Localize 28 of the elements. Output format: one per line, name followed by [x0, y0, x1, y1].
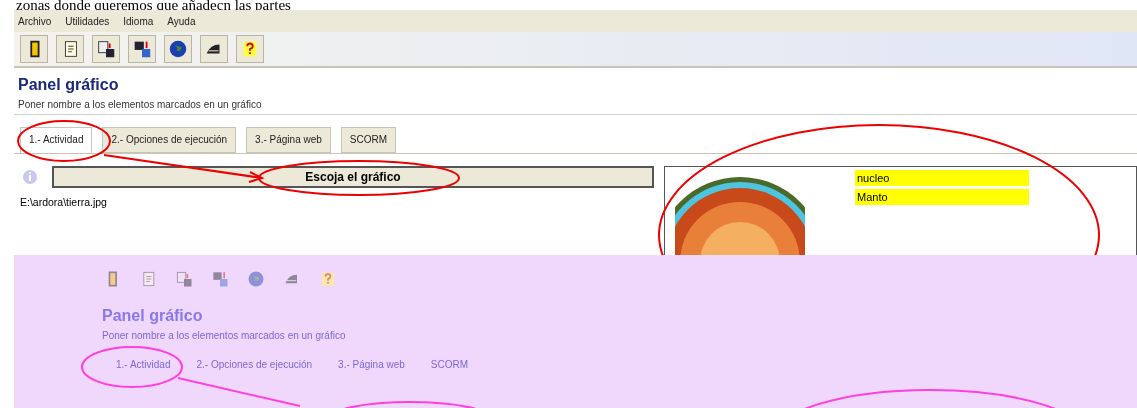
tab[interactable]: 1.- Actividad	[20, 127, 93, 153]
label-field[interactable]: nucleo	[855, 170, 1029, 186]
panel-subtitle: Poner nombre a los elementos marcados en un gráfico	[18, 99, 263, 110]
tab[interactable]: 3.- Página web	[330, 353, 413, 379]
globe-icon	[167, 38, 189, 60]
label-field[interactable]: Manto	[855, 189, 1029, 205]
tab[interactable]: 1.- Actividad	[108, 353, 179, 379]
panel-subtitle: Poner nombre a los elementos marcados en un gráfico	[102, 330, 347, 341]
tab[interactable]: 2.- Opciones de ejecución	[188, 353, 321, 379]
toolbar-button[interactable]	[128, 35, 156, 63]
tab[interactable]: SCORM	[340, 127, 397, 153]
toolbar-button[interactable]	[92, 35, 120, 63]
panel-title: Panel gráfico	[102, 307, 204, 325]
toolbar-button[interactable]	[56, 35, 84, 63]
menu-item[interactable]: Ayuda	[167, 15, 196, 27]
tab[interactable]: 2.- Opciones de ejecución	[102, 127, 237, 153]
panel-title: Panel gráfico	[18, 76, 120, 94]
info-icon	[22, 169, 38, 185]
file-path: E:\ardora\tierra.jpg	[19, 196, 108, 208]
menu-item[interactable]: Utilidades	[65, 15, 110, 27]
toolbar-button[interactable]	[200, 35, 228, 63]
toolbar-button[interactable]	[164, 35, 192, 63]
toolbar-button[interactable]	[20, 35, 48, 63]
tab[interactable]: 3.- Página web	[246, 127, 331, 153]
menu-item[interactable]: Archivo	[18, 15, 52, 27]
choose-image-button[interactable]: Escoja el gráfico	[52, 166, 654, 188]
menu-item[interactable]: Idioma	[123, 15, 154, 27]
globe-icon	[246, 269, 266, 289]
